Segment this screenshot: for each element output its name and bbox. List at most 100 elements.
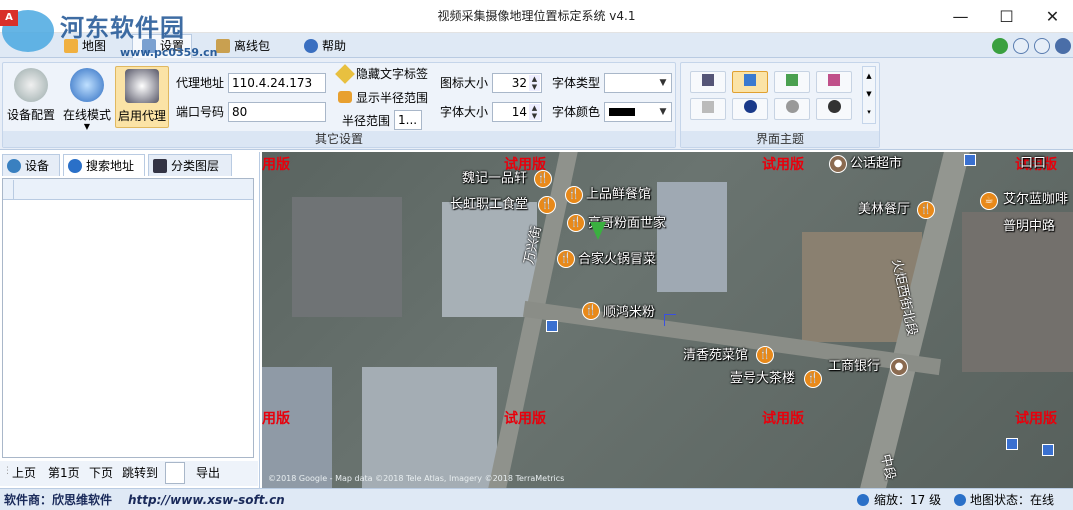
zoom-out-icon[interactable] bbox=[1034, 38, 1050, 54]
jump-to-button[interactable]: 跳转到 bbox=[122, 464, 158, 482]
maximize-button[interactable]: ☐ bbox=[984, 0, 1029, 33]
radius-input[interactable]: 1... bbox=[394, 110, 422, 130]
proxy-address-input[interactable]: 110.4.24.173 bbox=[228, 73, 326, 93]
theme-button-2[interactable] bbox=[732, 71, 768, 93]
minimize-button[interactable]: — bbox=[938, 0, 983, 33]
poi-label[interactable]: 魏记一品轩 bbox=[462, 169, 527, 189]
other-settings-label: 其它设置 bbox=[3, 131, 675, 147]
restaurant-icon[interactable]: 🍴 bbox=[565, 186, 583, 204]
restaurant-icon[interactable]: 🍴 bbox=[804, 370, 822, 388]
map-state: 地图状态：在线 bbox=[970, 493, 1055, 507]
bus-stop-icon[interactable] bbox=[1006, 438, 1018, 450]
theme-windows-icon bbox=[702, 74, 714, 86]
theme-button-7[interactable] bbox=[774, 98, 810, 120]
font-color-select[interactable]: ▼ bbox=[604, 102, 672, 122]
map-copyright: ©2018 Google - Map data ©2018 Tele Atlas… bbox=[268, 474, 565, 483]
poi-label[interactable]: 壹号大茶楼 bbox=[730, 369, 795, 389]
tab-devices[interactable]: 设备 bbox=[2, 154, 60, 176]
theme-button-5[interactable] bbox=[690, 98, 726, 120]
dropdown-arrow-icon: ▼ bbox=[83, 122, 91, 131]
search-result-list[interactable] bbox=[2, 178, 254, 458]
enable-proxy-button[interactable]: 启用代理 bbox=[115, 66, 169, 128]
theme-button-3[interactable] bbox=[774, 71, 810, 93]
poi-label[interactable]: 美林餐厅 bbox=[858, 200, 910, 220]
theme-label: 界面主题 bbox=[681, 131, 879, 147]
port-input[interactable]: 80 bbox=[228, 102, 326, 122]
poi-label[interactable]: 长虹职工食堂 bbox=[450, 195, 528, 215]
theme-button-1[interactable] bbox=[690, 71, 726, 93]
theme-button-8[interactable] bbox=[816, 98, 852, 120]
icon-size-spinner[interactable]: 32 ▲ ▼ bbox=[492, 73, 542, 93]
spinner-arrows-icon[interactable]: ▲ ▼ bbox=[529, 104, 540, 120]
font-type-select[interactable]: ▼ bbox=[604, 73, 672, 93]
jump-page-input[interactable] bbox=[165, 462, 185, 484]
satellite-map[interactable]: 用版 试用版 试用版 试用版 用版 试用版 试用版 试用版 魏记一品轩 🍴 🍴 … bbox=[262, 152, 1073, 488]
font-size-label: 字体大小 bbox=[440, 105, 489, 119]
theme-button-6[interactable] bbox=[732, 98, 768, 120]
font-size-spinner[interactable]: 14 ▲ ▼ bbox=[492, 102, 542, 122]
tools-icon bbox=[14, 68, 48, 102]
vendor-url-link[interactable]: http://www.xsw-soft.cn bbox=[128, 492, 285, 508]
fullscreen-icon[interactable] bbox=[1055, 38, 1071, 54]
tab-search-address[interactable]: 搜索地址 bbox=[63, 154, 145, 176]
watermark-logo-text: 河东软件园 bbox=[60, 13, 185, 42]
poi-label[interactable]: 艾尔蓝咖啡 bbox=[1003, 190, 1068, 210]
shop-icon[interactable]: ● bbox=[829, 155, 847, 173]
poi-label[interactable]: 上品鲜餐馆 bbox=[586, 185, 651, 205]
zoom-level: 缩放：17 级 bbox=[874, 493, 942, 507]
bank-icon[interactable]: ● bbox=[890, 358, 908, 376]
font-color-label: 字体颜色 bbox=[552, 105, 601, 119]
restaurant-icon[interactable]: 🍴 bbox=[917, 201, 935, 219]
bus-stop-icon[interactable] bbox=[546, 320, 558, 332]
menu-help[interactable]: 帮助 bbox=[302, 36, 346, 56]
restaurant-icon[interactable]: 🍴 bbox=[756, 346, 774, 364]
help-icon bbox=[304, 39, 318, 53]
online-mode-label: 在线模式 bbox=[62, 108, 111, 122]
hide-text-label-checkbox[interactable]: 隐藏文字标签 bbox=[356, 64, 428, 84]
tab-category-layers[interactable]: 分类图层 bbox=[148, 154, 232, 176]
theme-button-4[interactable] bbox=[816, 71, 852, 93]
restaurant-icon[interactable]: 🍴 bbox=[567, 214, 585, 232]
prev-page-button[interactable]: 上页 bbox=[12, 464, 36, 482]
restaurant-icon[interactable]: 🍴 bbox=[538, 196, 556, 214]
location-marker-icon[interactable] bbox=[590, 222, 606, 240]
poi-label[interactable]: 口口 bbox=[1020, 154, 1046, 174]
poi-label[interactable]: 清香苑菜馆 bbox=[683, 346, 748, 366]
tab-devices-label: 设备 bbox=[25, 159, 50, 173]
restaurant-icon[interactable]: 🍴 bbox=[557, 250, 575, 268]
close-button[interactable]: ✕ bbox=[1030, 0, 1073, 33]
restaurant-icon[interactable]: 🍴 bbox=[534, 170, 552, 188]
online-mode-button[interactable]: 在线模式 ▼ bbox=[60, 66, 114, 131]
tab-category-layers-label: 分类图层 bbox=[171, 159, 220, 173]
poi-label[interactable]: 公话超市 bbox=[850, 154, 902, 174]
menu-offline-label: 离线包 bbox=[234, 39, 271, 53]
globe-icon bbox=[70, 68, 104, 102]
page-indicator: 第1页 bbox=[48, 466, 80, 480]
restaurant-icon[interactable]: 🍴 bbox=[582, 302, 600, 320]
menu-offline[interactable]: 离线包 bbox=[214, 36, 270, 56]
next-page-button[interactable]: 下页 bbox=[89, 464, 113, 482]
poi-label[interactable]: 顺鸿米粉 bbox=[603, 303, 655, 323]
show-radius-checkbox[interactable]: 显示半径范围 bbox=[356, 88, 428, 108]
color-swatch bbox=[609, 108, 635, 116]
menu-help-label: 帮助 bbox=[322, 39, 347, 53]
building bbox=[292, 197, 402, 317]
theme-blue-icon bbox=[744, 74, 756, 86]
export-button[interactable]: 导出 bbox=[196, 464, 220, 482]
font-size-value: 14 bbox=[511, 105, 527, 119]
bus-stop-icon[interactable] bbox=[964, 154, 976, 166]
radius-icon bbox=[338, 91, 352, 103]
bus-stop-icon[interactable] bbox=[1042, 444, 1054, 456]
package-icon bbox=[216, 39, 230, 53]
zoom-in-icon[interactable] bbox=[1013, 38, 1029, 54]
spinner-arrows-icon[interactable]: ▲ ▼ bbox=[529, 75, 540, 91]
cafe-icon[interactable]: ☕ bbox=[980, 192, 998, 210]
poi-label[interactable]: 工商银行 bbox=[828, 357, 880, 377]
device-config-button[interactable]: 设备配置 bbox=[4, 66, 58, 128]
theme-scroll-icon[interactable]: ▲ ▼ ▾ bbox=[862, 66, 876, 124]
trial-watermark: 试用版 bbox=[1015, 411, 1057, 427]
refresh-icon[interactable] bbox=[992, 38, 1008, 54]
poi-label[interactable]: 合家火锅冒菜 bbox=[578, 250, 656, 270]
poi-label[interactable]: 普明中路 bbox=[1003, 217, 1055, 237]
result-list-column bbox=[4, 180, 14, 199]
